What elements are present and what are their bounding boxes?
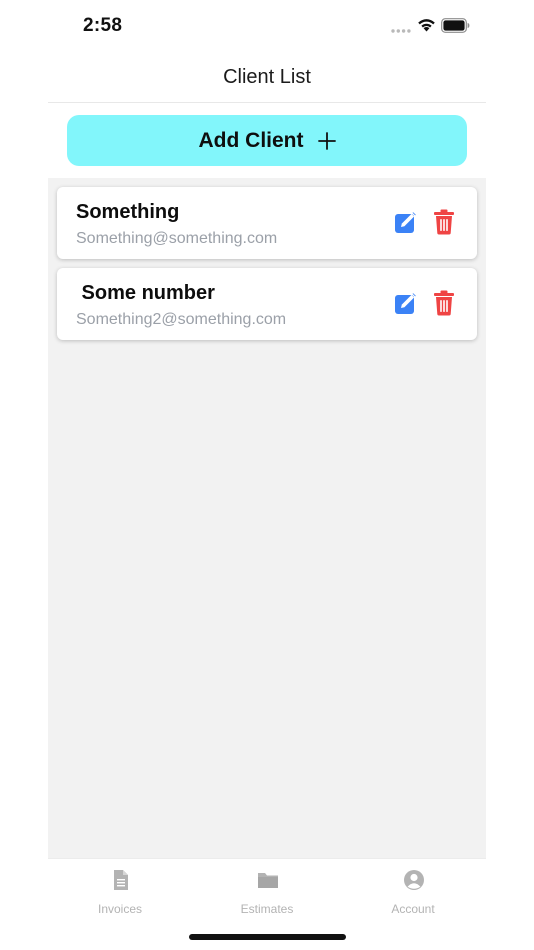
tab-label: Account [391, 902, 435, 916]
client-name: Something [76, 201, 180, 223]
tab-invoices[interactable]: Invoices [65, 859, 175, 919]
client-email: Something2@something.com [76, 311, 287, 328]
client-card[interactable]: Something Something@something.com [57, 187, 477, 259]
edit-icon[interactable] [394, 210, 418, 234]
client-list: Something Something@something.com Some n… [48, 178, 486, 858]
plus-icon [317, 131, 336, 150]
tab-label: Estimates [240, 902, 294, 916]
signal-dots-icon [391, 29, 411, 33]
trash-icon[interactable] [433, 290, 455, 316]
header: Client List [48, 52, 486, 103]
wifi-icon [418, 19, 435, 32]
tab-estimates[interactable]: Estimates [212, 859, 322, 919]
status-bar: 2:58 [0, 0, 534, 52]
trash-icon[interactable] [433, 209, 455, 235]
user-circle-icon [404, 870, 424, 890]
page-title: Client List [223, 66, 311, 88]
home-indicator [189, 934, 346, 940]
battery-icon [441, 18, 470, 33]
client-card[interactable]: Some number Something2@something.com [57, 268, 477, 340]
document-icon [114, 870, 128, 890]
edit-icon[interactable] [394, 291, 418, 315]
tab-bar: Invoices Estimates Account [48, 858, 486, 928]
status-time: 2:58 [83, 15, 123, 36]
client-email: Something@something.com [76, 230, 278, 247]
screen: 2:58 Client List Add Client Something So… [0, 0, 534, 950]
tab-account[interactable]: Account [358, 859, 468, 919]
client-name: Some number [76, 282, 215, 304]
tab-label: Invoices [97, 902, 143, 916]
add-client-button[interactable]: Add Client [67, 115, 467, 166]
folder-icon [258, 873, 278, 888]
add-client-label: Add Client [198, 128, 304, 152]
